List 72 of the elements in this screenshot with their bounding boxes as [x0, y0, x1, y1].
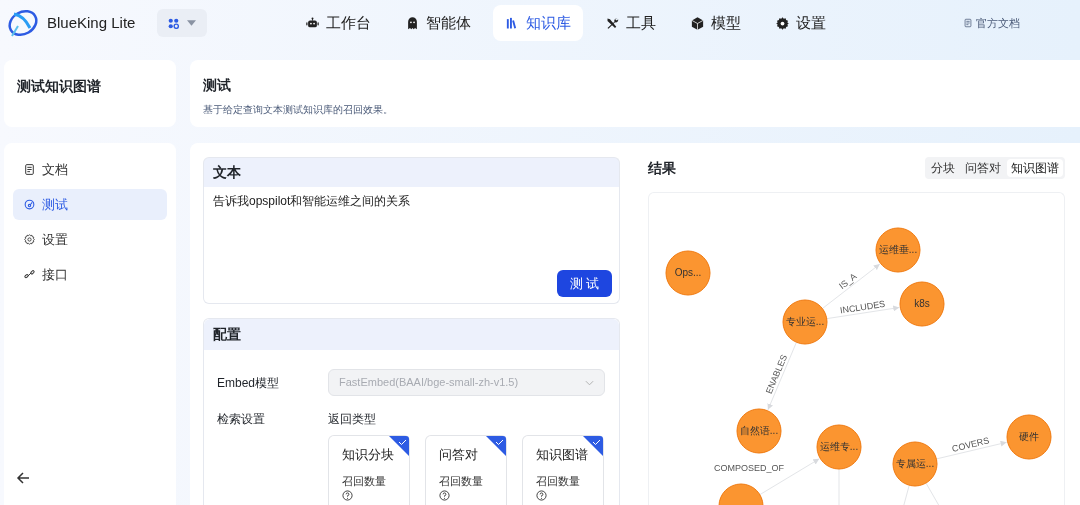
knowledge-base-title: 测试知识图谱: [17, 77, 102, 96]
node-label: k8s: [914, 297, 930, 309]
graph-node[interactable]: [782, 299, 828, 345]
gauge-icon: [23, 198, 36, 211]
field-label: 检索设置: [217, 411, 266, 428]
results-title: 结果: [648, 158, 676, 178]
field-label: 召回数量: [439, 473, 484, 489]
view-tab[interactable]: 分块: [927, 159, 959, 177]
test-button[interactable]: 测 试: [557, 270, 612, 297]
cube-icon: [690, 15, 706, 31]
help-icon: [439, 490, 450, 501]
nav-tab[interactable]: 设置: [763, 5, 839, 41]
field-label: 召回数量: [536, 473, 581, 489]
apps-icon: [168, 17, 180, 29]
nav-tab[interactable]: 智能体: [393, 5, 484, 41]
help-icon: [342, 490, 353, 501]
edge-label: COMPOSED_OF: [714, 462, 784, 473]
node-label: 自然语...: [739, 424, 779, 436]
edge-label: INCLUDES: [839, 298, 886, 316]
page-description: 基于给定查询文本测试知识库的召回效果。: [203, 103, 394, 117]
field-label: 召回数量: [342, 473, 387, 489]
page-title: 测试: [203, 76, 232, 95]
edge-label: COVERS: [950, 435, 991, 454]
return-type-card[interactable]: 知识图谱 召回数量: [522, 435, 604, 505]
return-type-card[interactable]: 问答对 召回数量: [425, 435, 507, 505]
nav-tab[interactable]: 知识库: [493, 5, 584, 41]
graph-node[interactable]: [1006, 414, 1052, 460]
docs-link[interactable]: 官方文档: [963, 14, 1020, 32]
gear-icon: [23, 233, 36, 246]
sidebar-item[interactable]: 测试: [13, 189, 167, 220]
gear-icon: [775, 15, 791, 31]
nav-tab[interactable]: 工作台: [293, 5, 384, 41]
sidebar-item[interactable]: 接口: [13, 259, 167, 290]
node-label: 运维专...: [819, 440, 859, 452]
graph-node[interactable]: [892, 441, 938, 487]
field-label: 返回类型: [328, 411, 377, 428]
nav-tab[interactable]: 工具: [593, 5, 669, 41]
card-title: 知识分块: [342, 446, 395, 464]
graph-node[interactable]: [816, 424, 862, 470]
app-name: BlueKing Lite: [47, 12, 136, 33]
node-label: 专业运...: [785, 315, 825, 327]
document-icon: [23, 163, 36, 176]
view-tab[interactable]: 知识图谱: [1007, 159, 1063, 177]
graph-node[interactable]: [665, 250, 711, 296]
node-label: 硬件: [1019, 430, 1039, 442]
graph-node[interactable]: [875, 227, 921, 273]
edge-label: IS_A: [837, 271, 859, 292]
node-label: Ops...: [674, 266, 702, 278]
caret-icon: [187, 20, 197, 26]
sidebar-item[interactable]: 文档: [13, 154, 167, 185]
back-arrow-icon[interactable]: [16, 471, 30, 485]
chevron-down-icon: [585, 379, 594, 386]
app-switcher-button[interactable]: [157, 9, 208, 37]
card-title: 问答对: [439, 446, 479, 464]
panel-title: 配置: [213, 325, 241, 344]
document-icon: [963, 18, 973, 28]
node-label: 专属运...: [895, 457, 935, 469]
graph-edge: [767, 341, 797, 411]
return-type-card[interactable]: 知识分块 召回数量: [328, 435, 410, 505]
panel-title: 文本: [213, 163, 241, 182]
help-icon: [536, 490, 547, 501]
graph-node[interactable]: [736, 408, 782, 454]
card-title: 知识图谱: [536, 446, 589, 464]
link-icon: [23, 268, 36, 281]
graph-node[interactable]: [718, 483, 764, 505]
node-label: 运维垂...: [878, 243, 918, 255]
tools-icon: [605, 15, 621, 31]
nav-tab[interactable]: 模型: [678, 5, 754, 41]
field-label: Embed模型: [217, 374, 281, 392]
graph-node[interactable]: [899, 281, 945, 327]
sidebar-item[interactable]: 设置: [13, 224, 167, 255]
view-tab[interactable]: 问答对: [961, 159, 1005, 177]
